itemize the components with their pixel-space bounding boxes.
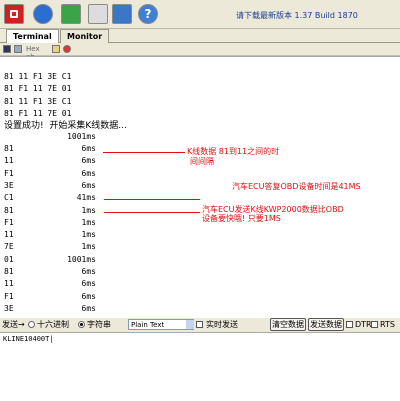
radio-hex-label: 十六进制 xyxy=(37,320,69,329)
annotation-k-line-2: 间间隔 xyxy=(190,157,214,166)
row-code: C1 xyxy=(4,193,14,202)
row-code: 11 xyxy=(4,156,14,165)
send-label: 发送→ xyxy=(2,320,25,329)
send-input-area[interactable] xyxy=(0,332,400,401)
radio-string[interactable] xyxy=(78,321,85,328)
row-interval: 6ms xyxy=(81,144,96,153)
send-input-text[interactable]: KLINE10400T| xyxy=(3,335,54,343)
row-code: 7E xyxy=(4,242,14,251)
row-interval: 6ms xyxy=(81,181,96,190)
realtime-checkbox[interactable] xyxy=(196,321,203,328)
annotation-line xyxy=(104,199,200,200)
row-interval: 1001ms xyxy=(67,255,96,264)
hex-line: 81 11 F1 3E C1 xyxy=(4,72,72,81)
hex-line: 81 F1 11 7E 01 xyxy=(4,84,72,93)
row-interval: 1ms xyxy=(81,242,96,251)
annotation-line xyxy=(103,152,185,153)
annotation-ecu-send-2: 设备要快哦! 只要1MS xyxy=(202,214,281,223)
build-version-text: 请下载最新版本 1.37 Build 1870 xyxy=(236,11,358,20)
row-code: F1 xyxy=(4,218,14,227)
realtime-label: 实时发送 xyxy=(206,320,238,329)
radio-string-label: 字符串 xyxy=(87,320,111,329)
stop-icon[interactable] xyxy=(4,4,24,24)
clear-data-button[interactable]: 清空数据 xyxy=(270,318,306,331)
row-code: F1 xyxy=(4,292,14,301)
document-icon[interactable] xyxy=(88,4,108,24)
tab-monitor[interactable]: Monitor xyxy=(60,29,110,43)
row-interval: 6ms xyxy=(81,156,96,165)
row-code: 11 xyxy=(4,230,14,239)
copy-icon[interactable] xyxy=(14,45,22,53)
row-code: 3E xyxy=(4,304,14,313)
rts-label: RTS xyxy=(380,320,395,329)
refresh-icon[interactable] xyxy=(112,4,132,24)
row-interval: 6ms xyxy=(81,169,96,178)
row-code: 81 xyxy=(4,267,14,276)
first-interval: 1001ms xyxy=(67,132,96,141)
row-code: 01 xyxy=(4,255,14,264)
row-interval: 6ms xyxy=(81,304,96,313)
row-code: 81 xyxy=(4,144,14,153)
hex-line: 81 F1 11 7E 01 xyxy=(4,109,72,118)
row-code: 11 xyxy=(4,279,14,288)
row-code: 81 xyxy=(4,206,14,215)
row-interval: 1ms xyxy=(81,230,96,239)
hex-line: 81 11 F1 3E C1 xyxy=(4,97,72,106)
encoding-select[interactable]: Plain Text xyxy=(128,319,194,330)
clear-icon[interactable] xyxy=(63,45,71,53)
tab-terminal[interactable]: Terminal xyxy=(6,29,59,43)
status-line: 设置成功! 开始采集K线数据... xyxy=(4,121,127,131)
row-interval: 6ms xyxy=(81,279,96,288)
row-interval: 6ms xyxy=(81,292,96,301)
power-icon[interactable] xyxy=(33,4,53,24)
row-code: 3E xyxy=(4,181,14,190)
row-interval: 6ms xyxy=(81,267,96,276)
chevron-down-icon[interactable] xyxy=(186,320,194,329)
dtr-label: DTR xyxy=(355,320,372,329)
annotation-ecu-reply: 汽车ECU答复OBD设备时间是41MS xyxy=(232,182,361,191)
save-icon[interactable] xyxy=(3,45,11,53)
dtr-checkbox[interactable] xyxy=(346,321,353,328)
row-interval: 41ms xyxy=(76,193,96,202)
edit-icon[interactable] xyxy=(52,45,60,53)
radio-hex[interactable] xyxy=(28,321,35,328)
annotation-k-line: K线数据 81到11之间的时 xyxy=(187,147,280,156)
terminal-toolbar xyxy=(0,43,400,56)
annotation-line xyxy=(104,212,200,213)
send-data-button[interactable]: 发送数据 xyxy=(308,318,344,331)
help-icon[interactable]: ? xyxy=(138,4,158,24)
row-code: F1 xyxy=(4,169,14,178)
row-interval: 1ms xyxy=(81,206,96,215)
hex-toggle[interactable]: Hex ab xyxy=(26,45,46,61)
forward-arrow-icon[interactable] xyxy=(61,4,81,24)
row-interval: 1ms xyxy=(81,218,96,227)
rts-checkbox[interactable] xyxy=(371,321,378,328)
